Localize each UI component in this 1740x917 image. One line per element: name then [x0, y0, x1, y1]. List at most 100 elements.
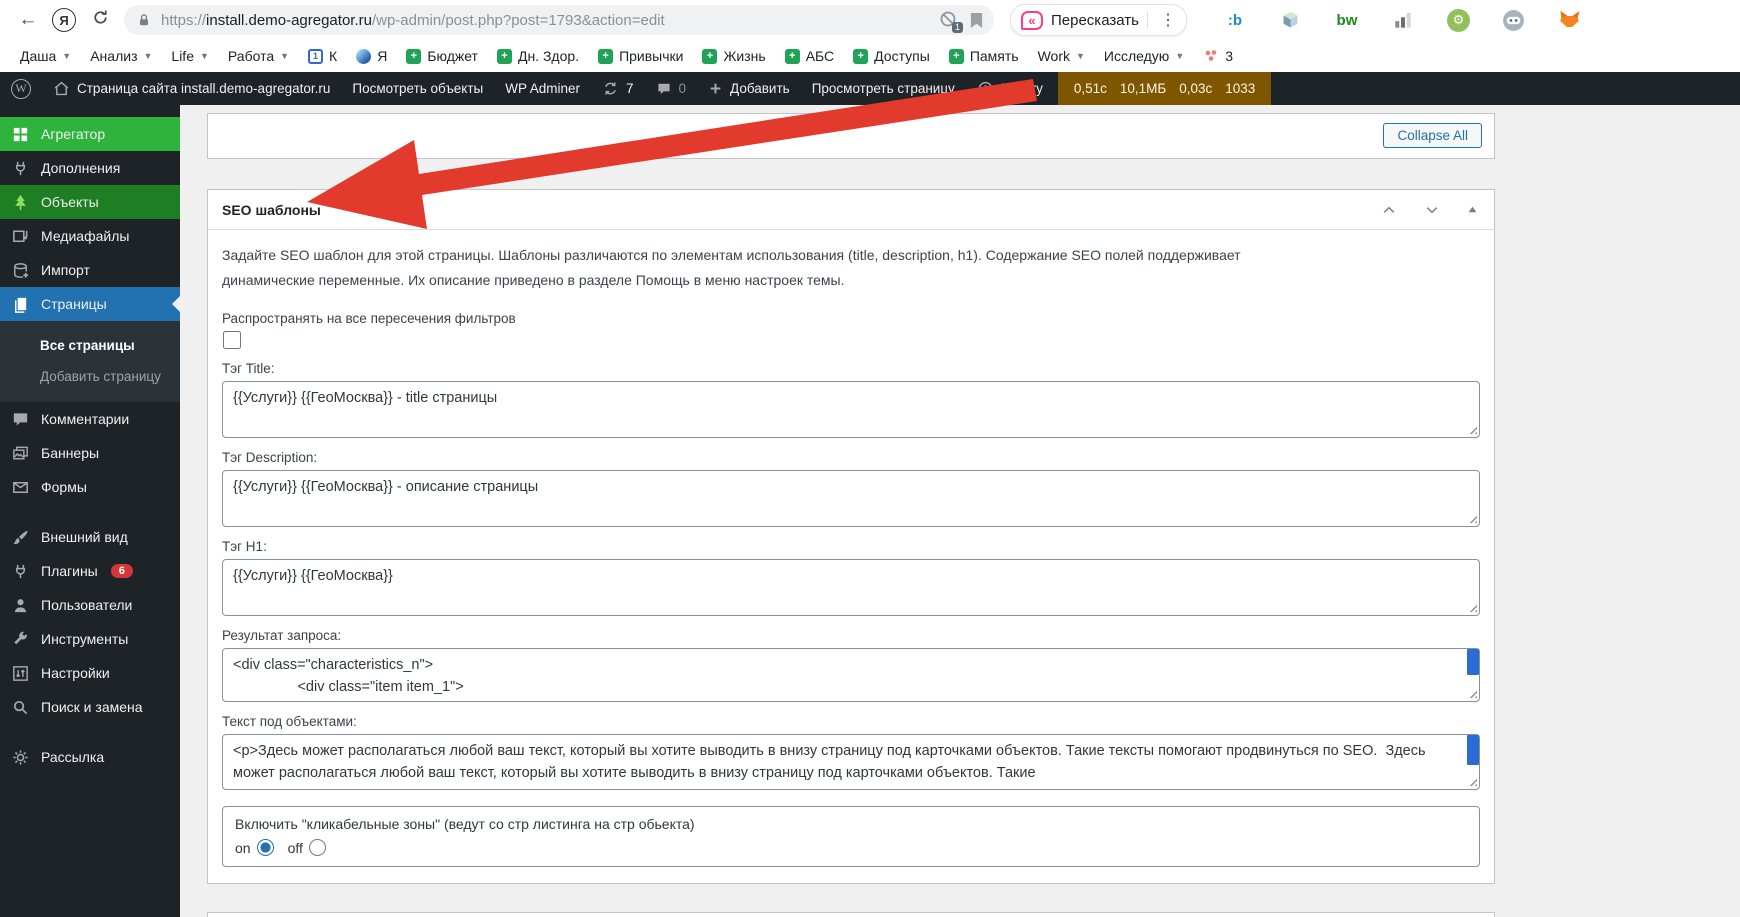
sidebar-item-dopolneniya[interactable]: Дополнения	[0, 151, 180, 185]
query-result-textarea[interactable]: <div class="characteristics_n"> <div cla…	[222, 648, 1480, 702]
content-area: Collapse All SEO шаблоны Задайте SEO шаб…	[180, 105, 1740, 917]
sidebar-item-stranitsy[interactable]: Страницы	[0, 287, 180, 321]
clickable-zones-box: Включить "кликабельные зоны" (ведут со с…	[222, 806, 1480, 867]
bookmark-folder-work[interactable]: Work ▼	[1038, 48, 1085, 64]
scrollbar-thumb[interactable]	[1467, 649, 1479, 675]
bookmark-dostupy[interactable]: + Доступы	[853, 48, 930, 64]
extension-cube-icon[interactable]	[1279, 8, 1303, 32]
new-content-menu[interactable]: Добавить	[697, 72, 801, 105]
tag-h1-textarea[interactable]: {{Услуги}} {{ГеоМосква}}	[222, 559, 1480, 616]
bookmark-dn-zdor[interactable]: + Дн. Здор.	[496, 48, 579, 64]
sheet-icon: +	[948, 48, 964, 64]
tag-description-textarea[interactable]: {{Услуги}} {{ГеоМосква}} - описание стра…	[222, 470, 1480, 527]
site-menu[interactable]: Страница сайта install.demo-agregator.ru	[42, 72, 341, 105]
toggle-panel-icon[interactable]	[1467, 204, 1478, 215]
submenu-item-all-pages[interactable]: Все страницы	[0, 330, 180, 361]
bookmark-icon[interactable]	[969, 12, 984, 29]
retell-button[interactable]: « Пересказать ⋮	[1010, 4, 1187, 36]
scrollbar-thumb[interactable]	[1467, 735, 1479, 765]
comment-icon	[13, 412, 28, 426]
sidebar-item-import[interactable]: Импорт	[0, 253, 180, 287]
clickable-zones-label: Включить "кликабельные зоны" (ведут со с…	[235, 816, 695, 832]
bookmark-privychki[interactable]: + Привычки	[598, 48, 683, 64]
media-icon	[13, 230, 28, 242]
metabox-header[interactable]: SEO шаблоны	[208, 190, 1494, 230]
sidebar-item-instrumenty[interactable]: Инструменты	[0, 622, 180, 656]
view-page-link[interactable]: Просмотреть страницу	[801, 72, 966, 105]
sidebar-item-vneshniy-vid[interactable]: Внешний вид	[0, 520, 180, 554]
home-icon	[54, 81, 69, 96]
extension-chart-icon[interactable]	[1391, 8, 1415, 32]
tree-icon	[15, 194, 26, 210]
sidebar-item-kommentarii[interactable]: Комментарии	[0, 402, 180, 436]
search-icon	[13, 700, 28, 714]
bookmark-zhizn[interactable]: + Жизнь	[702, 48, 766, 64]
address-bar[interactable]: https://install.demo-agregator.ru/wp-adm…	[124, 5, 994, 35]
sidebar-item-obekty[interactable]: Объекты	[0, 185, 180, 219]
sidebar-item-polzovateli[interactable]: Пользователи	[0, 588, 180, 622]
bookmark-abs[interactable]: + АБС	[784, 48, 834, 64]
submenu-item-add-page[interactable]: Добавить страницу	[0, 361, 180, 392]
bookmark-folder-rabota[interactable]: Работа ▼	[228, 48, 289, 64]
wp-adminer-link[interactable]: WP Adminer	[494, 72, 591, 105]
plugins-count-badge: 6	[110, 564, 133, 578]
sidebar-item-mediafayly[interactable]: Медиафайлы	[0, 219, 180, 253]
sheet-icon: +	[702, 48, 718, 64]
comment-icon	[657, 83, 670, 94]
view-objects-link[interactable]: Посмотреть объекты	[341, 72, 494, 105]
spread-filters-checkbox[interactable]	[223, 331, 241, 349]
tag-title-textarea[interactable]: {{Услуги}} {{ГеоМосква}} - title страниц…	[222, 381, 1480, 438]
database-import-icon	[14, 262, 29, 278]
bookmark-ya-disk[interactable]: Я	[356, 48, 387, 64]
url-text: https://install.demo-agregator.ru/wp-adm…	[161, 11, 665, 29]
sidebar-item-agregator[interactable]: Агрегатор	[0, 117, 180, 151]
pages-submenu: Все страницы Добавить страницу	[0, 321, 180, 402]
bookmark-folder-issleduyu[interactable]: Исследую ▼	[1104, 48, 1184, 64]
chevron-down-icon: ▼	[62, 51, 72, 61]
blocker-icon[interactable]: 1	[938, 9, 963, 33]
bookmark-folder-dasha[interactable]: Даша ▼	[20, 48, 71, 64]
move-down-icon[interactable]	[1424, 202, 1440, 218]
yandex-browser-icon[interactable]: Я	[52, 8, 76, 32]
divider	[1146, 11, 1148, 29]
text-under-objects-label: Текст под объектами:	[222, 714, 357, 729]
sheet-icon: +	[406, 48, 422, 64]
bookmark-pamyat[interactable]: + Память	[948, 48, 1019, 64]
query-result-label: Результат запроса:	[222, 628, 342, 643]
bookmark-folder-life[interactable]: Life ▼	[171, 48, 209, 64]
back-icon[interactable]: ←	[14, 9, 42, 31]
sliders-icon	[13, 665, 28, 681]
extension-b-icon[interactable]: :b	[1223, 8, 1247, 32]
sidebar-item-plaginy[interactable]: Плагины 6	[0, 554, 180, 588]
sidebar-item-nastroyki[interactable]: Настройки	[0, 656, 180, 690]
sidebar-item-poisk-i-zamena[interactable]: Поиск и замена	[0, 690, 180, 724]
extension-robot-icon[interactable]	[1502, 8, 1526, 32]
comments-indicator[interactable]: 0	[645, 72, 698, 105]
extension-gear-icon[interactable]: ⚙	[1446, 8, 1470, 32]
refresh-icon[interactable]	[86, 8, 114, 33]
chevron-down-icon: ▼	[1076, 51, 1085, 61]
zones-on-radio[interactable]	[256, 839, 274, 856]
collapse-all-button[interactable]: Collapse All	[1383, 123, 1482, 148]
wp-logo-menu[interactable]: W	[0, 72, 42, 105]
sidebar-item-rassylka[interactable]: Рассылка	[0, 740, 180, 774]
query-monitor-badge[interactable]: 0,51с 10,1МБ 0,03с 1033	[1057, 72, 1272, 105]
sheet-icon: +	[784, 48, 800, 64]
retell-menu-icon[interactable]: ⋮	[1156, 10, 1180, 30]
bookmark-folder-analiz[interactable]: Анализ ▼	[90, 48, 152, 64]
history-menu[interactable]: History	[966, 72, 1054, 105]
bookmark-byudzhet[interactable]: + Бюджет	[406, 48, 478, 64]
extension-bw-icon[interactable]: bw	[1335, 8, 1359, 32]
zones-off-radio[interactable]	[308, 839, 326, 856]
lock-icon	[140, 14, 148, 26]
extension-fox-icon[interactable]	[1558, 8, 1582, 32]
updates-indicator[interactable]: 7	[591, 72, 645, 105]
sidebar-item-formy[interactable]: Формы	[0, 470, 180, 504]
wp-admin-sidebar: Агрегатор Дополнения Объекты Медиафайлы …	[0, 105, 180, 917]
sheet-icon: +	[598, 48, 614, 64]
bookmark-calendar[interactable]: 1К	[308, 48, 337, 64]
bookmark-dots[interactable]: 3	[1203, 48, 1233, 64]
move-up-icon[interactable]	[1381, 202, 1397, 218]
text-under-objects-textarea[interactable]: <p>Здесь может располагаться любой ваш т…	[222, 734, 1480, 790]
sidebar-item-bannery[interactable]: Баннеры	[0, 436, 180, 470]
